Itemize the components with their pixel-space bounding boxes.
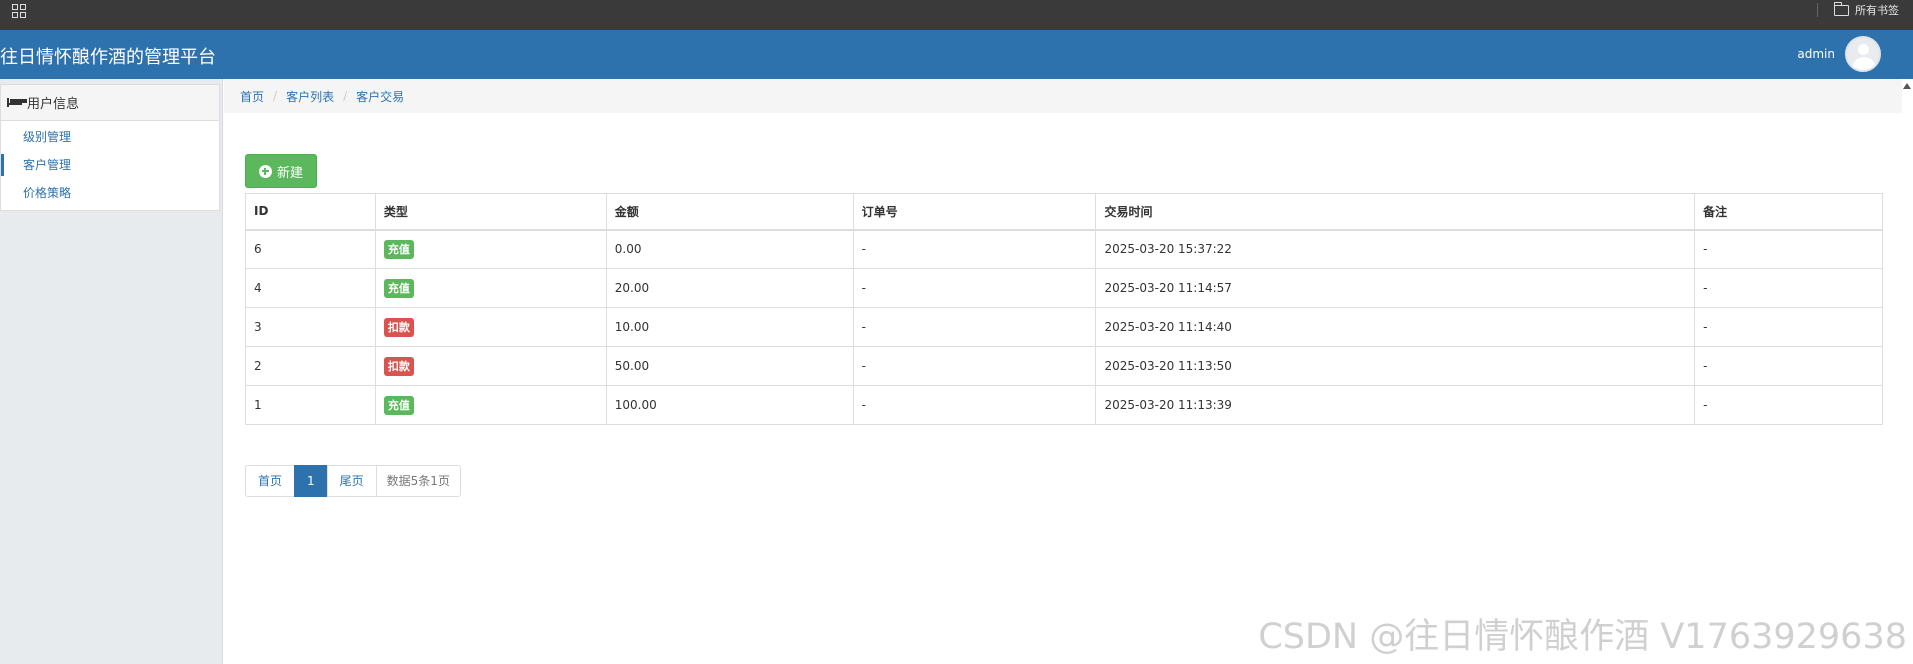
sidebar-menu-list: 级别管理 客户管理 价格策略 bbox=[1, 121, 219, 210]
pagination-last[interactable]: 尾页 bbox=[326, 465, 377, 497]
cell-order-no: - bbox=[852, 229, 1097, 269]
column-header-order-no: 订单号 bbox=[852, 193, 1097, 231]
user-menu[interactable]: admin bbox=[1797, 36, 1881, 72]
sidebar-item-customer-management[interactable]: 客户管理 bbox=[1, 151, 219, 179]
pagination: 首页 1 尾页 数据5条1页 bbox=[245, 465, 461, 497]
type-badge: 充值 bbox=[383, 239, 414, 259]
column-header-amount: 金额 bbox=[605, 193, 854, 231]
type-badge: 扣款 bbox=[383, 356, 414, 376]
cell-time: 2025-03-20 11:14:40 bbox=[1095, 307, 1696, 347]
cell-type: 充值 bbox=[374, 268, 607, 308]
sidebar-item-level-management[interactable]: 级别管理 bbox=[1, 123, 219, 151]
cell-order-no: - bbox=[852, 268, 1097, 308]
breadcrumb-customer-transactions[interactable]: 客户交易 bbox=[356, 88, 404, 105]
cell-amount: 100.00 bbox=[605, 385, 854, 425]
cell-amount: 10.00 bbox=[605, 307, 854, 347]
cell-time: 2025-03-20 11:13:50 bbox=[1095, 346, 1696, 386]
sidebar-section-title: 用户信息 bbox=[27, 97, 80, 112]
bookmarks-divider bbox=[1817, 3, 1818, 17]
breadcrumb: 首页 / 客户列表 / 客户交易 bbox=[224, 79, 1902, 113]
cell-type: 扣款 bbox=[374, 346, 607, 386]
table-row: 2 扣款 50.00 - 2025-03-20 11:13:50 - bbox=[245, 346, 1883, 386]
table-row: 1 充值 100.00 - 2025-03-20 11:13:39 - bbox=[245, 385, 1883, 425]
cell-id: 6 bbox=[245, 229, 376, 269]
type-badge: 充值 bbox=[383, 395, 414, 415]
cell-order-no: - bbox=[852, 307, 1097, 347]
cell-amount: 20.00 bbox=[605, 268, 854, 308]
sidebar: 用户信息 级别管理 客户管理 价格策略 bbox=[0, 79, 223, 664]
cell-amount: 0.00 bbox=[605, 229, 854, 269]
browser-bookmarks-bar: 所有书签 bbox=[0, 0, 1913, 30]
cell-type: 扣款 bbox=[374, 307, 607, 347]
app-header: 往日情怀酿作酒的管理平台 admin bbox=[0, 30, 1913, 79]
pagination-first[interactable]: 首页 bbox=[245, 465, 296, 497]
pagination-page-current[interactable]: 1 bbox=[294, 465, 328, 497]
cell-time: 2025-03-20 15:37:22 bbox=[1095, 229, 1696, 269]
breadcrumb-customer-list[interactable]: 客户列表 bbox=[286, 88, 334, 105]
column-header-type: 类型 bbox=[374, 193, 607, 231]
plus-circle-icon bbox=[258, 164, 272, 178]
cell-time: 2025-03-20 11:14:57 bbox=[1095, 268, 1696, 308]
new-button-label: 新建 bbox=[276, 165, 303, 181]
cell-type: 充值 bbox=[374, 385, 607, 425]
column-header-time: 交易时间 bbox=[1095, 193, 1696, 231]
breadcrumb-separator: / bbox=[273, 89, 278, 103]
sidebar-section-header: 用户信息 bbox=[1, 85, 219, 121]
folder-icon bbox=[1833, 1, 1849, 16]
column-header-id: ID bbox=[245, 193, 376, 231]
watermark: CSDN @往日情怀酿作酒 V1763929638 bbox=[1258, 617, 1907, 657]
column-header-note: 备注 bbox=[1694, 193, 1883, 231]
cell-type: 充值 bbox=[374, 229, 607, 269]
cell-note: - bbox=[1694, 385, 1883, 425]
sidebar-menu-panel: 用户信息 级别管理 客户管理 价格策略 bbox=[0, 84, 220, 211]
user-avatar[interactable] bbox=[1845, 36, 1881, 72]
table-row: 4 充值 20.00 - 2025-03-20 11:14:57 - bbox=[245, 268, 1883, 308]
cell-note: - bbox=[1694, 307, 1883, 347]
bed-icon bbox=[7, 98, 22, 107]
table-row: 3 扣款 10.00 - 2025-03-20 11:14:40 - bbox=[245, 307, 1883, 347]
apps-grid-icon[interactable] bbox=[12, 4, 26, 18]
table-row: 6 充值 0.00 - 2025-03-20 15:37:22 - bbox=[245, 229, 1883, 269]
cell-id: 2 bbox=[245, 346, 376, 386]
pagination-summary: 数据5条1页 bbox=[375, 465, 461, 497]
cell-id: 3 bbox=[245, 307, 376, 347]
cell-note: - bbox=[1694, 268, 1883, 308]
cell-time: 2025-03-20 11:13:39 bbox=[1095, 385, 1696, 425]
transactions-table: ID 类型 金额 订单号 交易时间 备注 6 充值 0.00 - 2025-03… bbox=[245, 193, 1883, 425]
sidebar-item-price-strategy[interactable]: 价格策略 bbox=[1, 179, 219, 207]
cell-order-no: - bbox=[852, 346, 1097, 386]
cell-note: - bbox=[1694, 346, 1883, 386]
all-bookmarks-label: 所有书签 bbox=[1855, 4, 1899, 17]
new-button[interactable]: 新建 bbox=[245, 154, 317, 188]
all-bookmarks-button[interactable]: 所有书签 bbox=[1833, 1, 1899, 18]
cell-order-no: - bbox=[852, 385, 1097, 425]
app-title[interactable]: 往日情怀酿作酒的管理平台 bbox=[0, 43, 216, 69]
cell-id: 4 bbox=[245, 268, 376, 308]
cell-id: 1 bbox=[245, 385, 376, 425]
scroll-up-arrow-icon[interactable] bbox=[1903, 83, 1911, 89]
username[interactable]: admin bbox=[1797, 47, 1835, 61]
cell-note: - bbox=[1694, 229, 1883, 269]
cell-amount: 50.00 bbox=[605, 346, 854, 386]
type-badge: 扣款 bbox=[383, 317, 414, 337]
breadcrumb-separator: / bbox=[343, 89, 348, 103]
breadcrumb-home[interactable]: 首页 bbox=[240, 88, 264, 105]
type-badge: 充值 bbox=[383, 278, 414, 298]
table-header-row: ID 类型 金额 订单号 交易时间 备注 bbox=[245, 193, 1883, 231]
main-content: 首页 / 客户列表 / 客户交易 新建 ID 类型 金额 订单号 交易时间 备注… bbox=[224, 79, 1913, 664]
